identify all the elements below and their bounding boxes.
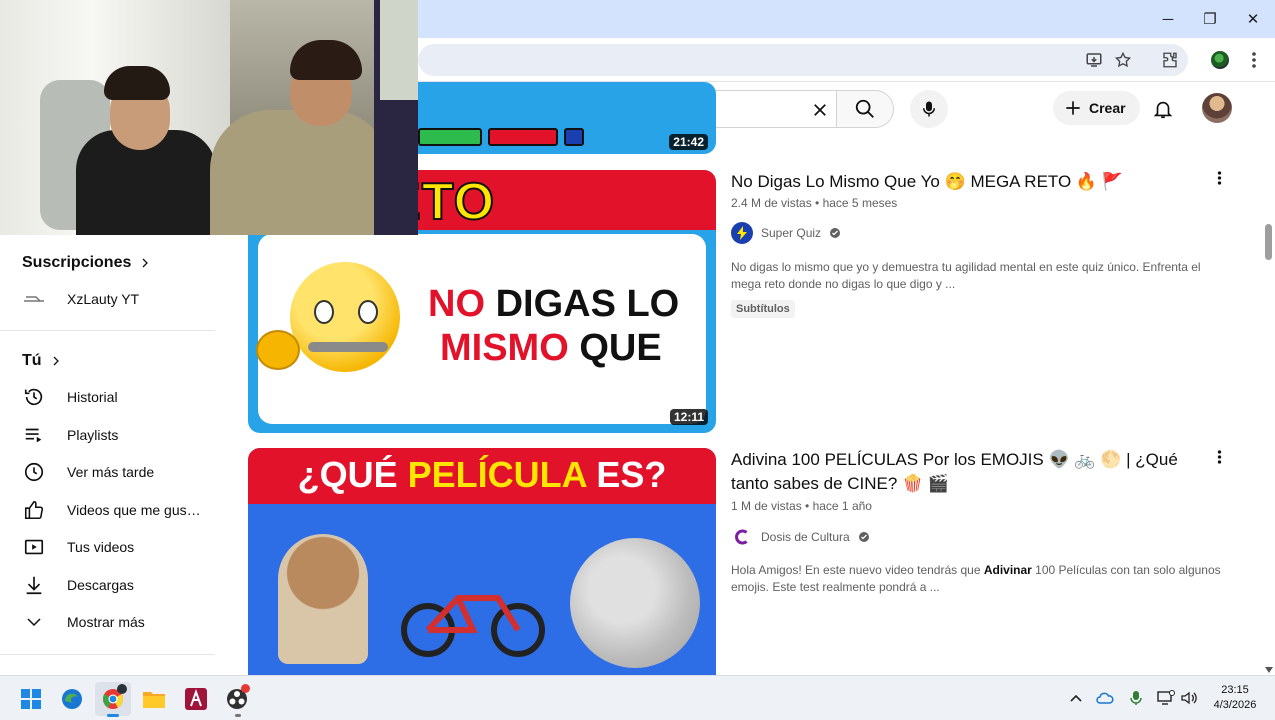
- sidebar-item-label: Mostrar más: [67, 614, 145, 630]
- sidebar-item-label: Videos que me gus…: [67, 502, 201, 518]
- chrome-app[interactable]: [95, 682, 131, 717]
- browser-menu-icon[interactable]: [1242, 48, 1266, 72]
- history-icon: [22, 385, 46, 409]
- channel-name: Dosis de Cultura: [761, 530, 850, 544]
- video-title[interactable]: No Digas Lo Mismo Que Yo 🤭 MEGA RETO 🔥 🚩: [731, 170, 1201, 194]
- sidebar: Suscripciones XzLauty YT Tú Historial Pl…: [0, 235, 235, 675]
- clear-search-icon[interactable]: [806, 96, 834, 124]
- video-menu-icon[interactable]: [1208, 167, 1230, 189]
- you-header[interactable]: Tú: [22, 352, 62, 370]
- divider: [0, 654, 215, 655]
- thumbs-up-icon: [22, 498, 46, 522]
- sidebar-item-label: Historial: [67, 389, 118, 405]
- page-scrollbar[interactable]: [1262, 82, 1275, 675]
- verified-icon: [830, 228, 841, 238]
- edge-app[interactable]: [54, 682, 90, 716]
- sidebar-item-label: Playlists: [67, 427, 119, 443]
- your-videos-icon: [22, 535, 46, 559]
- you-title: Tú: [22, 352, 42, 369]
- edge-icon: [62, 689, 82, 709]
- thumbnail-headline: ¿QUÉ PELÍCULA ES?: [297, 454, 667, 495]
- chevron-right-icon: [53, 356, 59, 366]
- extensions-icon[interactable]: [1158, 48, 1182, 72]
- subscriptions-title: Suscripciones: [22, 254, 132, 271]
- sidebar-item-watch-later[interactable]: Ver más tarde: [0, 454, 235, 490]
- subtitles-badge: Subtítulos: [731, 300, 795, 318]
- sidebar-item-downloads[interactable]: Descargas: [0, 567, 235, 603]
- scroll-down-arrow-icon: [1265, 667, 1273, 673]
- subscription-label: XzLauty YT: [67, 291, 140, 307]
- search-icon: [855, 99, 874, 118]
- video-meta: 1 M de vistas • hace 1 año: [731, 499, 872, 513]
- clock-icon: [22, 460, 46, 484]
- video-meta: 2.4 M de vistas • hace 5 meses: [731, 196, 898, 210]
- windows-taskbar: 23:15 4/3/2026: [0, 675, 1275, 720]
- microphone-tray-icon[interactable]: [1127, 689, 1145, 707]
- restore-button[interactable]: ❐: [1198, 8, 1222, 30]
- tray-overflow-icon[interactable]: [1067, 689, 1085, 707]
- create-button[interactable]: Crear: [1053, 91, 1140, 125]
- account-avatar[interactable]: [1202, 93, 1232, 123]
- volume-icon[interactable]: [1180, 689, 1198, 707]
- close-window-button[interactable]: ✕: [1241, 8, 1265, 30]
- subscription-item[interactable]: XzLauty YT: [0, 281, 235, 317]
- system-clock[interactable]: 23:15 4/3/2026: [1200, 683, 1270, 713]
- sidebar-item-label: Ver más tarde: [67, 464, 155, 480]
- onedrive-icon[interactable]: [1096, 689, 1114, 707]
- verified-icon: [858, 532, 869, 542]
- subscriptions-header[interactable]: Suscripciones: [22, 254, 151, 272]
- plus-icon: [1066, 101, 1080, 115]
- bookmark-star-icon[interactable]: [1111, 48, 1135, 72]
- channel-avatar: [731, 222, 753, 244]
- address-bar[interactable]: [418, 44, 1188, 76]
- minimize-button[interactable]: ─: [1156, 8, 1180, 30]
- video-description: No digas lo mismo que yo y demuestra tu …: [731, 260, 1201, 291]
- recording-app[interactable]: [219, 682, 255, 717]
- download-icon: [22, 573, 46, 597]
- channel-link[interactable]: Super Quiz: [731, 222, 841, 244]
- video-thumbnail[interactable]: ¿QUÉ PELÍCULA ES?: [248, 448, 716, 675]
- chevron-right-icon: [142, 258, 149, 268]
- thumbnail-text: NO DIGAS LO MISMO QUE: [428, 283, 680, 369]
- notifications-button[interactable]: [1150, 96, 1176, 122]
- video-menu-icon[interactable]: [1208, 446, 1230, 468]
- channel-name: Super Quiz: [761, 226, 822, 240]
- sidebar-item-playlists[interactable]: Playlists: [0, 417, 235, 453]
- red-app[interactable]: [178, 682, 214, 716]
- bell-icon: [1153, 101, 1173, 119]
- profile-icon[interactable]: [1208, 48, 1232, 72]
- folder-icon: [143, 692, 165, 708]
- sidebar-item-liked-videos[interactable]: Videos que me gus…: [0, 492, 235, 528]
- windows-logo-icon: [21, 689, 41, 709]
- clock-date: 4/3/2026: [1213, 699, 1257, 711]
- sidebar-item-label: Descargas: [67, 577, 134, 593]
- webcam-overlay: [0, 0, 418, 235]
- install-app-icon[interactable]: [1082, 48, 1106, 72]
- video-duration: 12:11: [669, 409, 708, 425]
- start-button[interactable]: [13, 682, 49, 716]
- scrollbar-thumb[interactable]: [1265, 224, 1272, 260]
- app-a-icon: [185, 688, 207, 710]
- video-title[interactable]: Adivina 100 PELÍCULAS Por los EMOJIS 👽 🚲…: [731, 448, 1201, 496]
- video-duration: 21:42: [669, 134, 708, 150]
- playlists-icon: [22, 423, 46, 447]
- file-explorer-app[interactable]: [136, 682, 172, 716]
- sidebar-item-history[interactable]: Historial: [0, 379, 235, 415]
- clock-time: 23:15: [1221, 684, 1249, 696]
- voice-search-button[interactable]: [910, 90, 948, 128]
- sidebar-item-your-videos[interactable]: Tus videos: [0, 529, 235, 565]
- video-description: Hola Amigos! En este nuevo video tendrás…: [731, 563, 1221, 594]
- channel-avatar: [731, 526, 753, 548]
- microphone-icon: [923, 101, 935, 117]
- divider: [0, 330, 215, 331]
- channel-link[interactable]: Dosis de Cultura: [731, 526, 870, 548]
- sidebar-item-label: Tus videos: [67, 539, 135, 555]
- create-button-label: Crear: [1089, 100, 1126, 116]
- search-button[interactable]: [836, 90, 894, 128]
- chevron-down-icon: [22, 610, 46, 634]
- channel-avatar-icon: [22, 287, 46, 311]
- network-icon[interactable]: [1157, 689, 1175, 707]
- sidebar-item-show-more[interactable]: Mostrar más: [0, 604, 235, 640]
